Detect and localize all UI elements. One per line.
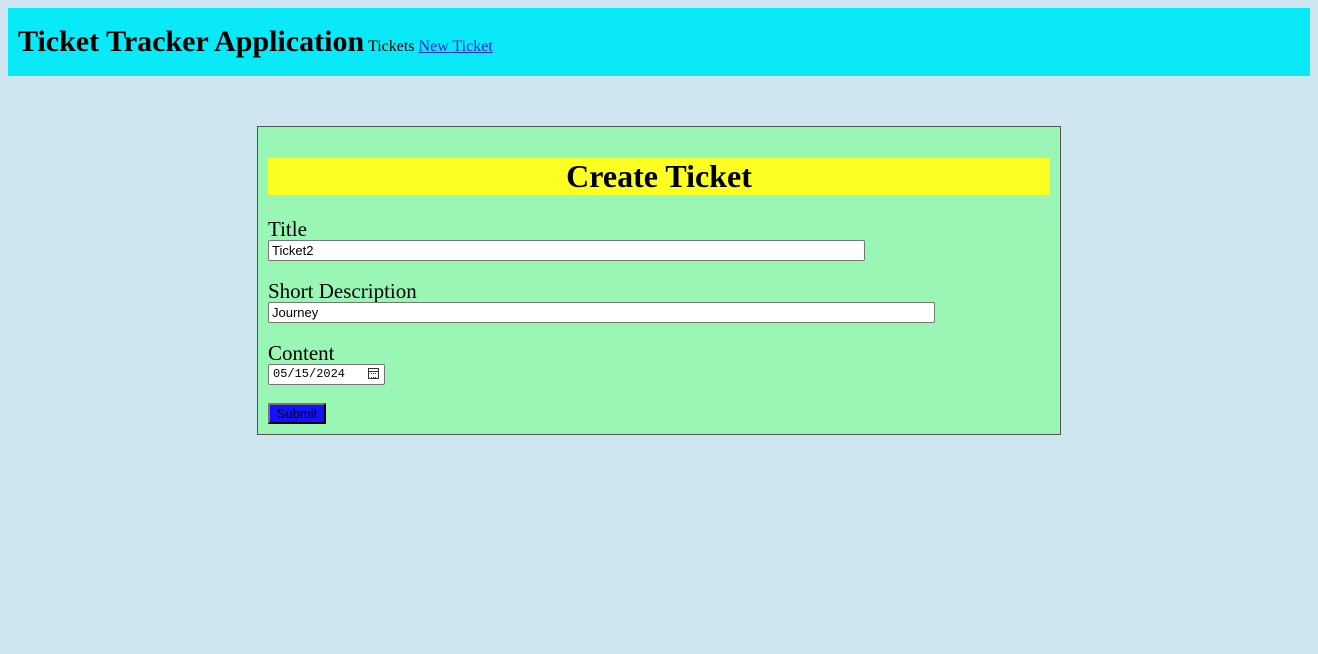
app-title: Ticket Tracker Application bbox=[18, 25, 365, 58]
content-label: Content bbox=[268, 341, 335, 365]
short-description-input[interactable]: Journey bbox=[268, 302, 935, 323]
submit-button[interactable]: Submit bbox=[268, 403, 326, 424]
content-date-value: 05/15/2024 bbox=[273, 367, 346, 381]
nav-new-ticket-link[interactable]: New Ticket bbox=[419, 38, 493, 55]
short-description-label: Short Description bbox=[268, 279, 417, 303]
create-ticket-form: Create Ticket Title Ticket2 Short Descri… bbox=[257, 126, 1061, 435]
nav-tickets: Tickets bbox=[368, 38, 415, 55]
content-date-input[interactable]: 05/15/2024 bbox=[268, 364, 385, 385]
app-header: Ticket Tracker Application Tickets New T… bbox=[8, 8, 1310, 76]
title-input[interactable]: Ticket2 bbox=[268, 240, 865, 261]
title-label: Title bbox=[268, 217, 307, 241]
top-nav: Tickets New Ticket bbox=[368, 37, 493, 57]
form-heading: Create Ticket bbox=[268, 158, 1050, 195]
calendar-icon[interactable] bbox=[368, 368, 379, 379]
